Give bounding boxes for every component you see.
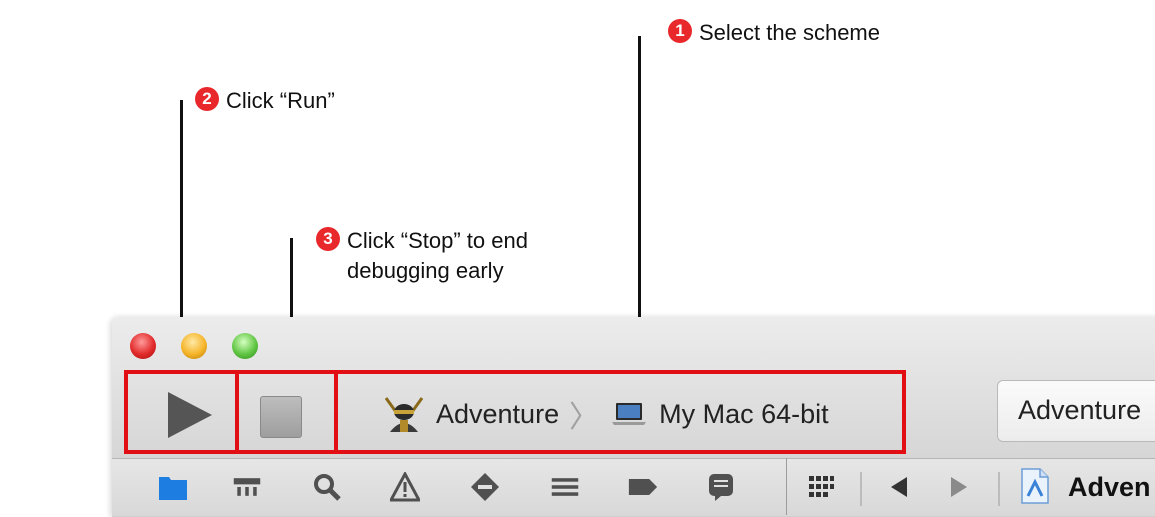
scheme-highlight-box bbox=[334, 370, 906, 454]
find-navigator-icon[interactable] bbox=[312, 472, 342, 502]
issue-navigator-icon[interactable] bbox=[390, 472, 420, 502]
toolbar-separator-1 bbox=[860, 472, 862, 506]
callout-3-badge: 3 bbox=[316, 227, 340, 251]
project-navigator-icon[interactable] bbox=[158, 472, 188, 502]
jump-bar-file-label[interactable]: Adven bbox=[1068, 472, 1151, 503]
symbol-navigator-icon[interactable] bbox=[232, 472, 262, 502]
zoom-window-button[interactable] bbox=[232, 333, 258, 359]
toolbar-separator-2 bbox=[998, 472, 1000, 506]
forward-arrow-icon[interactable] bbox=[944, 472, 974, 502]
callout-2-badge: 2 bbox=[195, 87, 219, 111]
project-file-icon bbox=[1018, 468, 1052, 504]
callout-1-badge: 1 bbox=[668, 19, 692, 43]
activity-viewer: Adventure bbox=[997, 380, 1155, 442]
debug-navigator-icon[interactable] bbox=[550, 472, 580, 502]
minimize-window-button[interactable] bbox=[181, 333, 207, 359]
callout-1: 1 Select the scheme bbox=[668, 18, 880, 48]
related-items-icon[interactable] bbox=[806, 472, 836, 502]
callout-2-text: Click “Run” bbox=[226, 88, 335, 113]
callout-2: 2 Click “Run” bbox=[195, 86, 335, 116]
back-arrow-icon[interactable] bbox=[884, 472, 914, 502]
navigator-divider bbox=[786, 458, 787, 515]
close-window-button[interactable] bbox=[130, 333, 156, 359]
callout-1-text: Select the scheme bbox=[699, 20, 880, 45]
breakpoint-navigator-icon[interactable] bbox=[628, 472, 658, 502]
run-highlight-box bbox=[124, 370, 239, 454]
callout-3-line2: debugging early bbox=[347, 258, 504, 283]
log-navigator-icon[interactable] bbox=[706, 472, 736, 502]
stop-highlight-box bbox=[235, 370, 338, 454]
test-navigator-icon[interactable] bbox=[470, 472, 500, 502]
callout-3: 3 Click “Stop” to end debugging early bbox=[316, 226, 528, 286]
callout-3-line1: Click “Stop” to end bbox=[347, 228, 528, 253]
callout-3-text: Click “Stop” to end debugging early bbox=[347, 226, 528, 286]
